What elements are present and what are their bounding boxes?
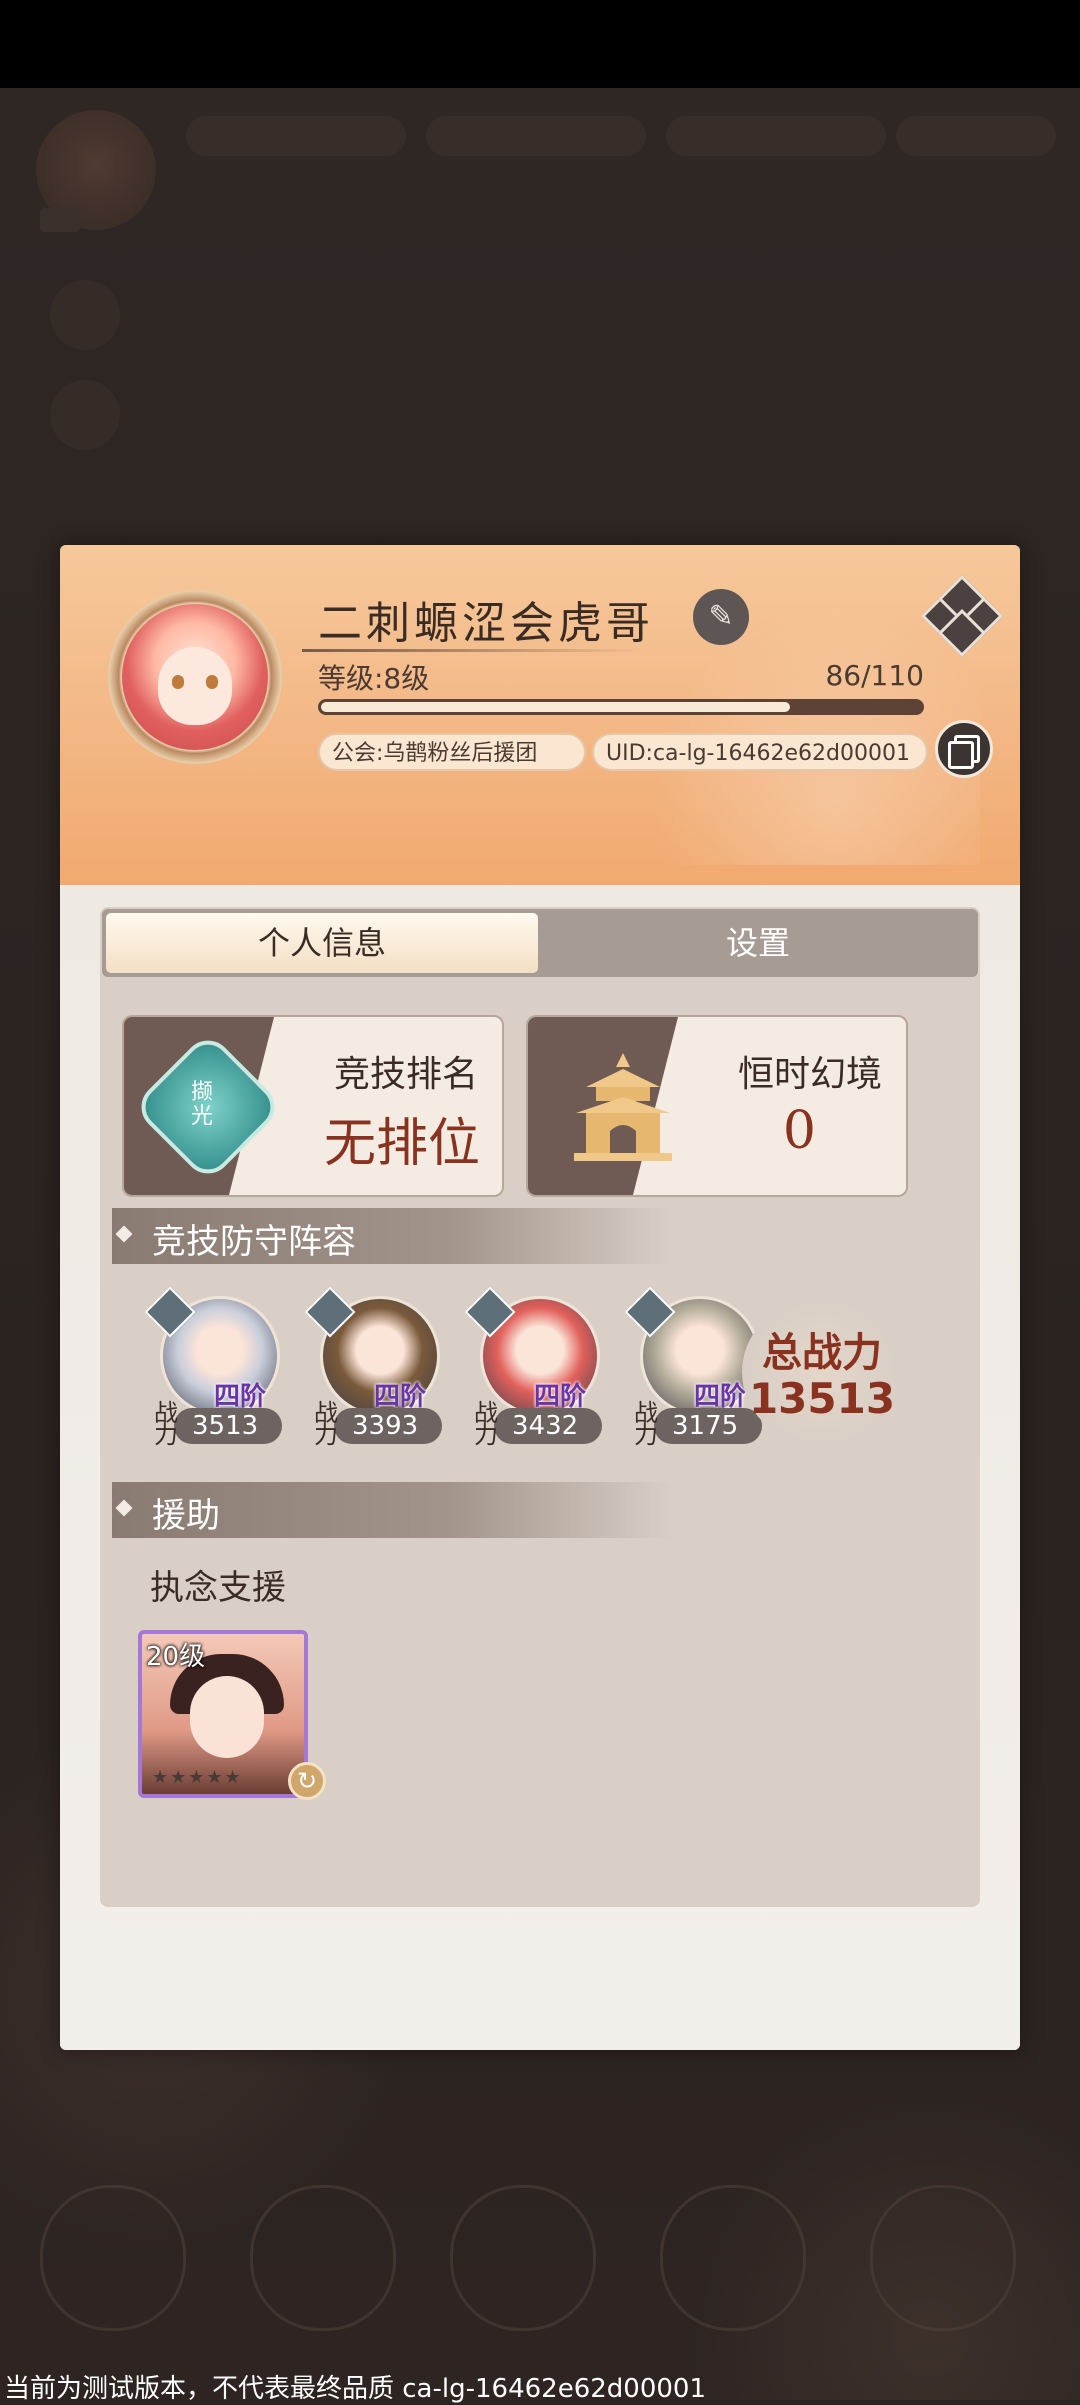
tab-settings[interactable]: 设置: [542, 913, 974, 973]
realm-card[interactable]: 恒时幻境 0: [526, 1015, 908, 1197]
total-power-label: 总战力: [762, 1329, 882, 1376]
exp-progress-fill: [321, 702, 790, 712]
defense-hero-4[interactable]: 四阶 战力 3175: [624, 1286, 762, 1449]
background-resource-pill: [896, 116, 1056, 156]
avatar-eye: [172, 675, 184, 689]
hero-power: 3513: [192, 1411, 259, 1441]
defense-hero-2[interactable]: 四阶 战力 3393: [304, 1286, 442, 1449]
background-level-badge: [40, 208, 80, 232]
copy-uid-button[interactable]: [935, 720, 993, 778]
background-side-button: [50, 280, 120, 350]
support-label: 执念支援: [150, 1568, 286, 1608]
temple-icon: [574, 1053, 672, 1161]
defense-section-header: 竞技防守阵容: [112, 1208, 672, 1264]
background-nav-button: [450, 2185, 596, 2331]
hero-power-label: 战力: [154, 1399, 178, 1449]
background-resource-pill: [666, 116, 886, 156]
swap-icon[interactable]: ↻: [288, 1762, 326, 1800]
name-underline: [302, 649, 642, 652]
hero-power: 3432: [512, 1411, 579, 1441]
support-level: 20级: [146, 1642, 206, 1672]
section-diamond-icon: [115, 1499, 133, 1517]
assist-section-header: 援助: [112, 1482, 672, 1538]
realm-title: 恒时幻境: [737, 1054, 882, 1095]
edit-name-button[interactable]: ✎: [693, 589, 749, 645]
total-power-badge: 总战力 13513: [742, 1302, 902, 1442]
background-nav-button: [870, 2185, 1016, 2331]
avatar-face: [158, 647, 232, 725]
tab-personal-info[interactable]: 个人信息: [106, 913, 538, 973]
background-side-button: [50, 380, 120, 450]
support-character-portrait: [190, 1676, 264, 1758]
pencil-icon: ✎: [708, 599, 734, 634]
uid-tag: UID:ca-lg-16462e62d00001: [592, 733, 928, 771]
total-power-value: 13513: [748, 1374, 896, 1423]
avatar-eye: [206, 675, 218, 689]
close-button[interactable]: [920, 573, 1004, 658]
status-bar: [0, 0, 1080, 88]
copy-icon: [948, 741, 974, 769]
emblem-label: 撷光: [190, 1080, 213, 1129]
realm-value: 0: [782, 1101, 816, 1161]
defense-hero-3[interactable]: 四阶 战力 3432: [464, 1286, 602, 1449]
test-version-notice: 当前为测试版本，不代表最终品质 ca-lg-16462e62d00001: [4, 2374, 706, 2404]
hero-power: 3175: [672, 1411, 739, 1441]
arena-rank-card[interactable]: 撷光 竞技排名 无排位: [122, 1015, 504, 1197]
background-nav-button: [40, 2185, 186, 2331]
background-resource-pill: [186, 116, 406, 156]
defense-hero-1[interactable]: 四阶 战力 3513: [144, 1286, 282, 1449]
player-name: 二刺螈涩会虎哥: [318, 598, 654, 649]
hero-power-label: 战力: [634, 1399, 658, 1449]
assist-section-title: 援助: [152, 1496, 220, 1536]
support-stars: ★★★★★: [152, 1767, 243, 1788]
profile-header: 二刺螈涩会虎哥 ✎ 等级:8级 86/110 公会:乌鹊粉丝后援团 UID:ca…: [60, 545, 1020, 885]
guild-tag: 公会:乌鹊粉丝后援团: [318, 733, 586, 771]
hero-power: 3393: [352, 1411, 419, 1441]
section-diamond-icon: [115, 1225, 133, 1243]
background-resource-pill: [426, 116, 646, 156]
exp-progress-bar: [318, 699, 924, 715]
background-nav-button: [660, 2185, 806, 2331]
tab-bar: 个人信息 设置: [102, 909, 978, 977]
support-character-card[interactable]: 20级 ★★★★★: [138, 1630, 308, 1798]
exp-value: 86/110: [825, 659, 924, 692]
hero-power-label: 战力: [314, 1399, 338, 1449]
defense-section-title: 竞技防守阵容: [152, 1222, 356, 1262]
arena-rank-value: 无排位: [323, 1114, 480, 1174]
background-nav-button: [250, 2185, 396, 2331]
arena-rank-title: 竞技排名: [333, 1054, 478, 1095]
hero-power-label: 战力: [474, 1399, 498, 1449]
level-label: 等级:8级: [318, 662, 430, 695]
